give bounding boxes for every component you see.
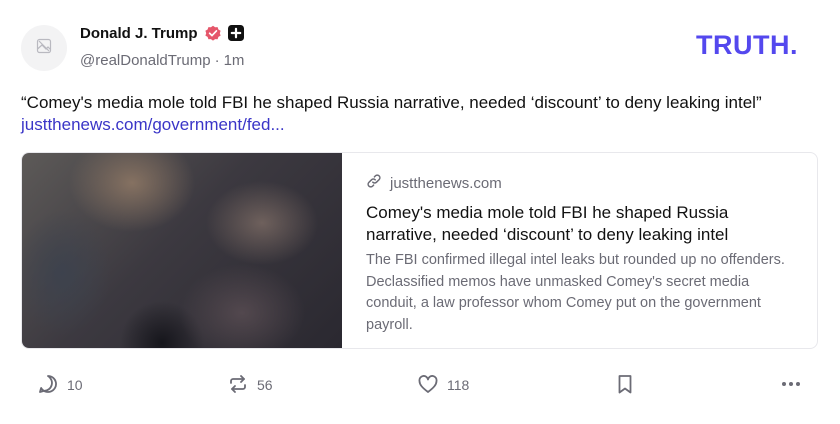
link-preview-body: justthenews.com Comey's media mole told … (342, 153, 817, 348)
retruth-count: 56 (257, 377, 273, 393)
logo-dot: . (789, 30, 798, 60)
author-name-row: Donald J. Trump (80, 24, 244, 42)
link-preview-card[interactable]: justthenews.com Comey's media mole told … (21, 152, 818, 349)
verified-badge-icon (204, 24, 222, 42)
ellipsis-icon (780, 373, 802, 398)
author-handle[interactable]: @realDonaldTrump (80, 52, 211, 69)
image-placeholder-icon (36, 38, 52, 59)
logo-text: TRUTH (696, 30, 790, 60)
post-text: “Comey's media mole told FBI he shaped R… (21, 93, 762, 112)
plus-badge-icon (227, 25, 244, 41)
author-handle-row: @realDonaldTrump · 1m (80, 52, 244, 69)
post-body: “Comey's media mole told FBI he shaped R… (21, 92, 801, 136)
reply-count: 10 (67, 377, 83, 393)
link-preview-image[interactable] (22, 153, 342, 348)
link-preview-title: Comey's media mole told FBI he shaped Ru… (366, 203, 729, 244)
more-options-button[interactable] (780, 370, 802, 400)
post-actions-bar: 10 56 118 (0, 370, 840, 400)
post-link[interactable]: justthenews.com/government/fed... (21, 115, 285, 134)
truth-post: Donald J. Trump @realDonaldTrump · 1m TR… (0, 0, 840, 424)
meta-separator: · (214, 52, 220, 69)
link-icon (366, 173, 382, 194)
reply-button[interactable]: 10 (37, 370, 83, 400)
retruth-button[interactable]: 56 (227, 370, 273, 400)
bookmark-button[interactable] (614, 370, 636, 400)
retruth-icon (227, 373, 249, 398)
avatar[interactable] (21, 25, 67, 71)
truth-social-logo[interactable]: TRUTH. (696, 30, 798, 61)
like-button[interactable]: 118 (417, 370, 469, 400)
reply-icon (37, 373, 59, 398)
link-preview-description: The FBI confirmed illegal intel leaks bu… (366, 252, 785, 333)
heart-icon (417, 373, 439, 398)
link-preview-domain: justthenews.com (390, 175, 502, 192)
post-timestamp[interactable]: 1m (224, 52, 245, 69)
author-display-name[interactable]: Donald J. Trump (80, 25, 198, 42)
like-count: 118 (447, 377, 470, 393)
link-preview-domain-row: justthenews.com (366, 173, 797, 194)
bookmark-icon (614, 373, 636, 398)
